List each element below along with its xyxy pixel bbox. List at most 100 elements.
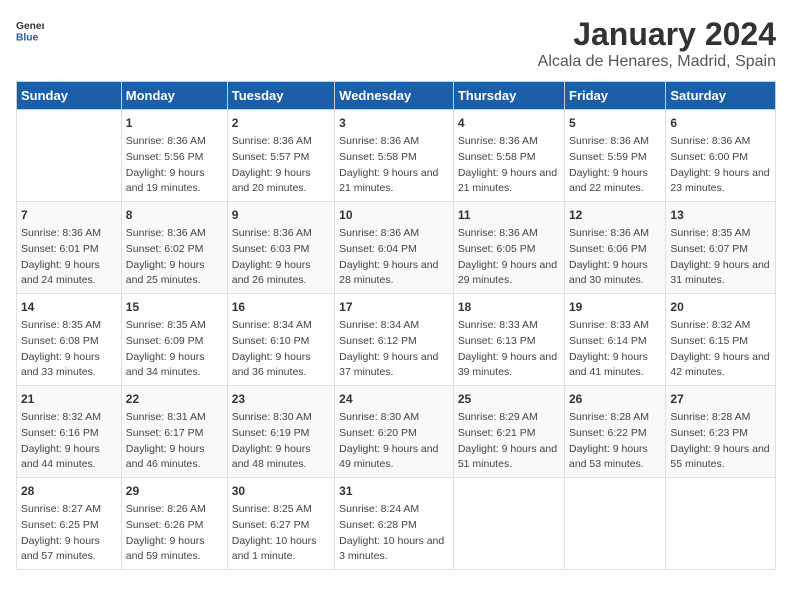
day-cell: 26 Sunrise: 8:28 AMSunset: 6:22 PMDayligh… bbox=[565, 386, 666, 478]
day-number: 9 bbox=[232, 206, 330, 224]
day-cell: 23 Sunrise: 8:30 AMSunset: 6:19 PMDayligh… bbox=[227, 386, 334, 478]
day-details: Sunrise: 8:30 AMSunset: 6:20 PMDaylight:… bbox=[339, 410, 449, 473]
col-header-saturday: Saturday bbox=[666, 82, 776, 110]
day-cell: 16 Sunrise: 8:34 AMSunset: 6:10 PMDayligh… bbox=[227, 294, 334, 386]
week-row-5: 28 Sunrise: 8:27 AMSunset: 6:25 PMDayligh… bbox=[17, 478, 776, 570]
day-number: 21 bbox=[21, 390, 117, 408]
day-details: Sunrise: 8:36 AMSunset: 6:03 PMDaylight:… bbox=[232, 226, 330, 289]
day-details: Sunrise: 8:36 AMSunset: 6:00 PMDaylight:… bbox=[670, 134, 771, 197]
day-details: Sunrise: 8:35 AMSunset: 6:09 PMDaylight:… bbox=[126, 318, 223, 381]
day-cell: 5 Sunrise: 8:36 AMSunset: 5:59 PMDaylight… bbox=[565, 110, 666, 202]
week-row-2: 7 Sunrise: 8:36 AMSunset: 6:01 PMDaylight… bbox=[17, 202, 776, 294]
col-header-friday: Friday bbox=[565, 82, 666, 110]
day-details: Sunrise: 8:35 AMSunset: 6:08 PMDaylight:… bbox=[21, 318, 117, 381]
day-cell bbox=[453, 478, 564, 570]
logo-icon: General Blue bbox=[16, 16, 44, 44]
day-cell: 7 Sunrise: 8:36 AMSunset: 6:01 PMDaylight… bbox=[17, 202, 122, 294]
day-details: Sunrise: 8:36 AMSunset: 6:02 PMDaylight:… bbox=[126, 226, 223, 289]
day-details: Sunrise: 8:33 AMSunset: 6:13 PMDaylight:… bbox=[458, 318, 560, 381]
main-title: January 2024 bbox=[538, 16, 776, 53]
day-number: 3 bbox=[339, 114, 449, 132]
day-number: 14 bbox=[21, 298, 117, 316]
day-cell: 25 Sunrise: 8:29 AMSunset: 6:21 PMDayligh… bbox=[453, 386, 564, 478]
day-details: Sunrise: 8:26 AMSunset: 6:26 PMDaylight:… bbox=[126, 502, 223, 565]
day-cell: 9 Sunrise: 8:36 AMSunset: 6:03 PMDaylight… bbox=[227, 202, 334, 294]
day-cell bbox=[565, 478, 666, 570]
day-number: 2 bbox=[232, 114, 330, 132]
day-details: Sunrise: 8:30 AMSunset: 6:19 PMDaylight:… bbox=[232, 410, 330, 473]
svg-text:Blue: Blue bbox=[16, 32, 39, 43]
day-number: 17 bbox=[339, 298, 449, 316]
day-details: Sunrise: 8:33 AMSunset: 6:14 PMDaylight:… bbox=[569, 318, 661, 381]
day-number: 19 bbox=[569, 298, 661, 316]
day-cell: 10Sunrise: 8:36 AMSunset: 6:04 PMDayligh… bbox=[335, 202, 454, 294]
day-details: Sunrise: 8:36 AMSunset: 6:01 PMDaylight:… bbox=[21, 226, 117, 289]
day-details: Sunrise: 8:36 AMSunset: 6:06 PMDaylight:… bbox=[569, 226, 661, 289]
day-number: 5 bbox=[569, 114, 661, 132]
day-number: 12 bbox=[569, 206, 661, 224]
logo: General Blue bbox=[16, 16, 44, 44]
day-details: Sunrise: 8:36 AMSunset: 5:59 PMDaylight:… bbox=[569, 134, 661, 197]
day-details: Sunrise: 8:36 AMSunset: 6:05 PMDaylight:… bbox=[458, 226, 560, 289]
day-details: Sunrise: 8:29 AMSunset: 6:21 PMDaylight:… bbox=[458, 410, 560, 473]
day-number: 11 bbox=[458, 206, 560, 224]
day-cell: 11 Sunrise: 8:36 AMSunset: 6:05 PMDayligh… bbox=[453, 202, 564, 294]
day-details: Sunrise: 8:31 AMSunset: 6:17 PMDaylight:… bbox=[126, 410, 223, 473]
svg-text:General: General bbox=[16, 21, 44, 32]
week-row-1: 1 Sunrise: 8:36 AMSunset: 5:56 PMDaylight… bbox=[17, 110, 776, 202]
day-number: 20 bbox=[670, 298, 771, 316]
day-number: 7 bbox=[21, 206, 117, 224]
day-details: Sunrise: 8:35 AMSunset: 6:07 PMDaylight:… bbox=[670, 226, 771, 289]
day-number: 8 bbox=[126, 206, 223, 224]
day-details: Sunrise: 8:36 AMSunset: 5:56 PMDaylight:… bbox=[126, 134, 223, 197]
day-details: Sunrise: 8:27 AMSunset: 6:25 PMDaylight:… bbox=[21, 502, 117, 565]
day-cell: 30 Sunrise: 8:25 AMSunset: 6:27 PMDayligh… bbox=[227, 478, 334, 570]
calendar-table: SundayMondayTuesdayWednesdayThursdayFrid… bbox=[16, 81, 776, 570]
day-number: 18 bbox=[458, 298, 560, 316]
day-number: 13 bbox=[670, 206, 771, 224]
day-cell: 24Sunrise: 8:30 AMSunset: 6:20 PMDayligh… bbox=[335, 386, 454, 478]
day-cell: 4Sunrise: 8:36 AMSunset: 5:58 PMDaylight… bbox=[453, 110, 564, 202]
day-cell: 22 Sunrise: 8:31 AMSunset: 6:17 PMDayligh… bbox=[121, 386, 227, 478]
day-number: 28 bbox=[21, 482, 117, 500]
day-cell: 13 Sunrise: 8:35 AMSunset: 6:07 PMDayligh… bbox=[666, 202, 776, 294]
day-number: 15 bbox=[126, 298, 223, 316]
day-details: Sunrise: 8:28 AMSunset: 6:22 PMDaylight:… bbox=[569, 410, 661, 473]
week-row-4: 21 Sunrise: 8:32 AMSunset: 6:16 PMDayligh… bbox=[17, 386, 776, 478]
day-number: 22 bbox=[126, 390, 223, 408]
col-header-thursday: Thursday bbox=[453, 82, 564, 110]
day-number: 26 bbox=[569, 390, 661, 408]
day-cell: 27Sunrise: 8:28 AMSunset: 6:23 PMDayligh… bbox=[666, 386, 776, 478]
day-cell: 3Sunrise: 8:36 AMSunset: 5:58 PMDaylight… bbox=[335, 110, 454, 202]
header-row: SundayMondayTuesdayWednesdayThursdayFrid… bbox=[17, 82, 776, 110]
day-details: Sunrise: 8:34 AMSunset: 6:10 PMDaylight:… bbox=[232, 318, 330, 381]
day-number: 25 bbox=[458, 390, 560, 408]
col-header-wednesday: Wednesday bbox=[335, 82, 454, 110]
day-number: 31 bbox=[339, 482, 449, 500]
title-area: January 2024 Alcala de Henares, Madrid, … bbox=[538, 16, 776, 71]
day-number: 30 bbox=[232, 482, 330, 500]
day-cell: 18 Sunrise: 8:33 AMSunset: 6:13 PMDayligh… bbox=[453, 294, 564, 386]
day-number: 23 bbox=[232, 390, 330, 408]
col-header-sunday: Sunday bbox=[17, 82, 122, 110]
day-details: Sunrise: 8:28 AMSunset: 6:23 PMDaylight:… bbox=[670, 410, 771, 473]
day-details: Sunrise: 8:36 AMSunset: 6:04 PMDaylight:… bbox=[339, 226, 449, 289]
day-details: Sunrise: 8:36 AMSunset: 5:58 PMDaylight:… bbox=[458, 134, 560, 197]
day-cell: 1 Sunrise: 8:36 AMSunset: 5:56 PMDaylight… bbox=[121, 110, 227, 202]
day-number: 29 bbox=[126, 482, 223, 500]
day-cell: 8 Sunrise: 8:36 AMSunset: 6:02 PMDaylight… bbox=[121, 202, 227, 294]
day-details: Sunrise: 8:25 AMSunset: 6:27 PMDaylight:… bbox=[232, 502, 330, 565]
day-cell: 29 Sunrise: 8:26 AMSunset: 6:26 PMDayligh… bbox=[121, 478, 227, 570]
day-details: Sunrise: 8:34 AMSunset: 6:12 PMDaylight:… bbox=[339, 318, 449, 381]
day-details: Sunrise: 8:32 AMSunset: 6:16 PMDaylight:… bbox=[21, 410, 117, 473]
day-number: 6 bbox=[670, 114, 771, 132]
day-details: Sunrise: 8:24 AMSunset: 6:28 PMDaylight:… bbox=[339, 502, 449, 565]
day-cell: 14 Sunrise: 8:35 AMSunset: 6:08 PMDayligh… bbox=[17, 294, 122, 386]
day-cell: 6 Sunrise: 8:36 AMSunset: 6:00 PMDaylight… bbox=[666, 110, 776, 202]
day-details: Sunrise: 8:36 AMSunset: 5:57 PMDaylight:… bbox=[232, 134, 330, 197]
day-number: 1 bbox=[126, 114, 223, 132]
day-cell: 20 Sunrise: 8:32 AMSunset: 6:15 PMDayligh… bbox=[666, 294, 776, 386]
day-cell: 15 Sunrise: 8:35 AMSunset: 6:09 PMDayligh… bbox=[121, 294, 227, 386]
day-number: 16 bbox=[232, 298, 330, 316]
day-details: Sunrise: 8:32 AMSunset: 6:15 PMDaylight:… bbox=[670, 318, 771, 381]
